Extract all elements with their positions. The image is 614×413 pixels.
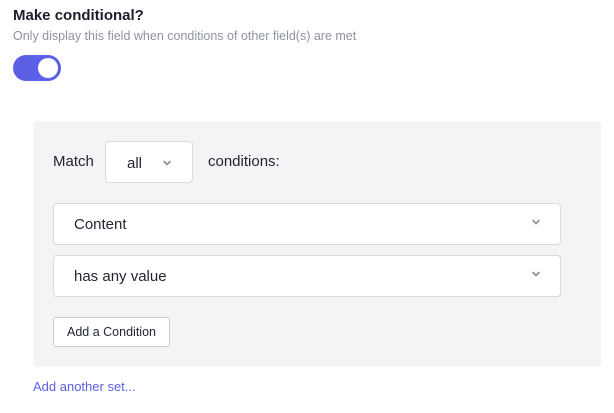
toggle-knob <box>38 58 58 78</box>
add-condition-button[interactable]: Add a Condition <box>53 317 170 347</box>
conditional-toggle[interactable] <box>13 55 61 81</box>
conditional-heading: Make conditional? <box>13 7 144 24</box>
chevron-down-icon <box>532 219 540 225</box>
conditional-description: Only display this field when conditions … <box>13 29 357 43</box>
condition-operator-value: has any value <box>74 268 167 285</box>
match-label: Match <box>53 153 94 170</box>
condition-field-value: Content <box>74 216 127 233</box>
conditional-logic-settings: Make conditional? Only display this fiel… <box>0 0 614 413</box>
add-another-set-link[interactable]: Add another set... <box>33 379 136 394</box>
chevron-down-icon <box>532 271 540 277</box>
chevron-down-icon <box>163 160 171 166</box>
conditions-label: conditions: <box>208 153 280 170</box>
match-type-value: all <box>127 155 143 172</box>
match-type-select[interactable]: all <box>105 141 193 183</box>
condition-operator-select[interactable]: has any value <box>53 255 561 297</box>
condition-field-select[interactable]: Content <box>53 203 561 245</box>
condition-set-panel: Match all conditions: Content has any va… <box>33 121 601 367</box>
